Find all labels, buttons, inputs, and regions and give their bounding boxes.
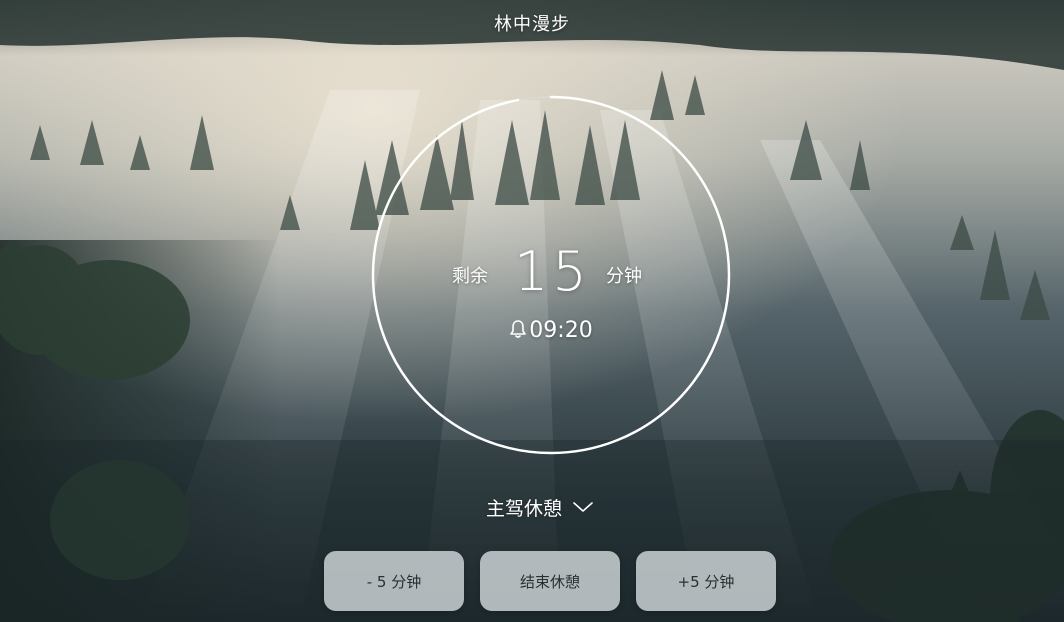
- alarm-time-display: 09:20: [370, 318, 732, 343]
- remaining-time-display: 剩余 15 分钟: [370, 240, 732, 310]
- alarm-time: 09:20: [529, 318, 593, 343]
- screen-title: 林中漫步: [494, 14, 570, 35]
- plus-5-minutes-button[interactable]: +5 分钟: [636, 551, 776, 611]
- rest-mode-label: 主驾休憩: [486, 497, 563, 520]
- remaining-unit: 分钟: [606, 266, 642, 287]
- bell-icon: [510, 320, 527, 338]
- rest-mode-selector[interactable]: 主驾休憩: [486, 492, 594, 522]
- minus-5-minutes-button[interactable]: - 5 分钟: [324, 551, 464, 611]
- remaining-minutes-value: 15: [514, 240, 591, 303]
- remaining-label: 剩余: [452, 266, 488, 287]
- end-rest-button[interactable]: 结束休憩: [480, 551, 620, 611]
- chevron-down-icon: [573, 502, 593, 512]
